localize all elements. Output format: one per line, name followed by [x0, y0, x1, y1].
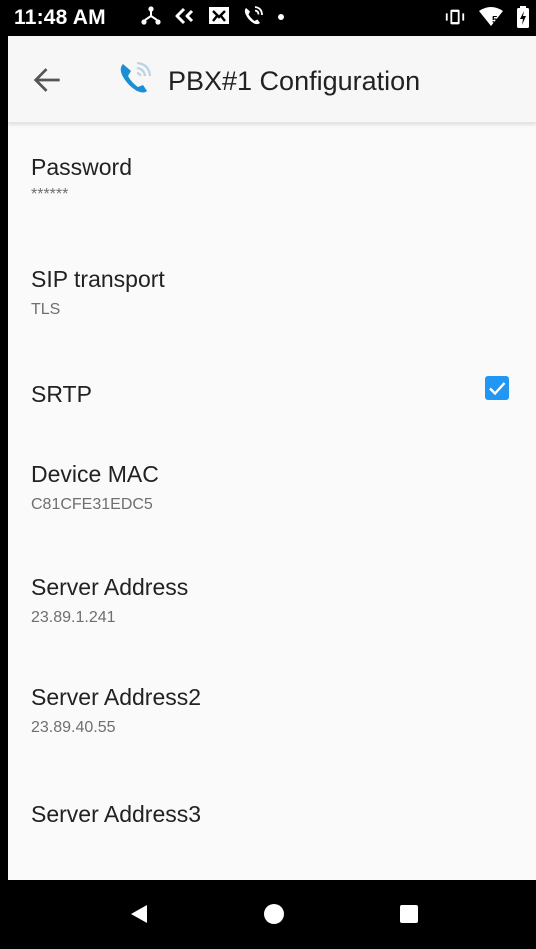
square-recents-icon[interactable] [397, 902, 421, 926]
pref-title: Device MAC [31, 461, 159, 487]
pref-title: Server Address2 [31, 684, 202, 710]
battery-charging-icon [517, 6, 529, 28]
triangle-back-icon[interactable] [127, 902, 151, 926]
wifi-label: 5 [492, 15, 498, 26]
pref-summary: ****** [31, 186, 69, 203]
checkmark-icon [489, 382, 506, 396]
pref-device-mac[interactable]: Device MAC C81CFE31EDC5 [8, 436, 536, 546]
vibrate-icon [445, 9, 465, 25]
share-tree-icon [141, 6, 161, 25]
pref-server-address2[interactable]: Server Address2 23.89.40.55 [8, 656, 536, 766]
pref-summary: 23.89.1.241 [31, 609, 116, 626]
pref-server-address[interactable]: Server Address 23.89.1.241 [8, 546, 536, 656]
back-arrow-icon[interactable] [30, 63, 64, 97]
pref-summary: 23.89.40.55 [31, 719, 116, 736]
pref-server-address3[interactable]: Server Address3 [8, 766, 536, 876]
pref-srtp[interactable]: SRTP [8, 342, 536, 436]
pref-title: Server Address3 [31, 801, 202, 827]
message-box-icon [209, 7, 229, 24]
circle-home-icon[interactable] [262, 902, 286, 926]
status-bar: 11:48 AM 5 [8, 0, 536, 36]
phone-wifi-icon [244, 6, 263, 25]
pref-password[interactable]: Password ****** [8, 124, 536, 234]
srtp-checkbox[interactable] [485, 376, 509, 400]
pref-title: SRTP [31, 381, 92, 407]
wifi-icon: 5 [479, 7, 503, 26]
pref-summary: TLS [31, 301, 61, 318]
dot-icon [278, 14, 284, 20]
notification-icons [139, 4, 287, 28]
system-icons: 5 [444, 5, 530, 29]
page-title: PBX#1 Configuration [168, 66, 421, 96]
screen: 11:48 AM 5 PBX#1 Configuration Password … [8, 0, 536, 949]
navigation-bar [8, 880, 536, 949]
pref-summary: C81CFE31EDC5 [31, 496, 153, 513]
pref-title: Server Address [31, 574, 189, 600]
reply-arrows-icon [175, 7, 194, 25]
pref-title: Password [31, 154, 132, 180]
pref-sip-transport[interactable]: SIP transport TLS [8, 234, 536, 342]
pref-title: SIP transport [31, 266, 165, 292]
app-bar: PBX#1 Configuration [8, 36, 536, 123]
status-time: 11:48 AM [14, 6, 106, 29]
phone-wifi-call-icon [120, 61, 152, 93]
